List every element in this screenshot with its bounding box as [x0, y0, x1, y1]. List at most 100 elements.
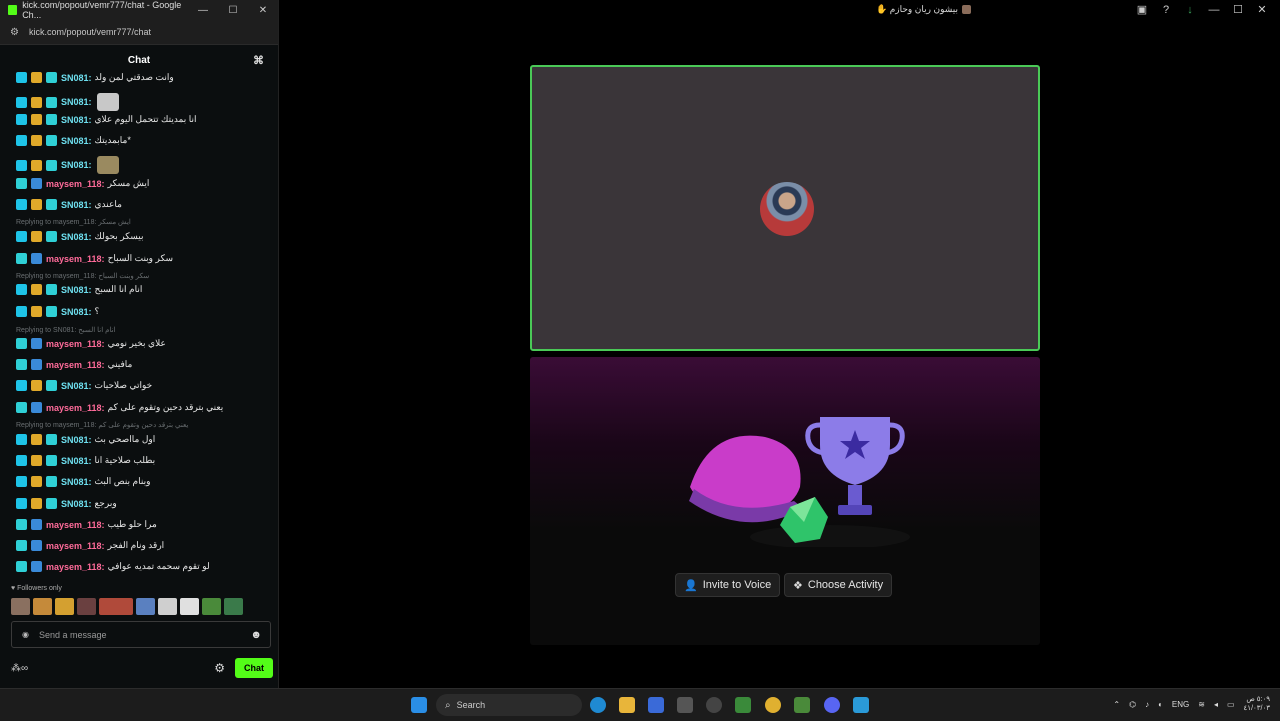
- emote[interactable]: [77, 598, 96, 615]
- emote[interactable]: [158, 598, 177, 615]
- og-badge-icon[interactable]: [46, 72, 57, 83]
- download-icon[interactable]: ↓: [1182, 4, 1198, 16]
- og-badge-icon[interactable]: [16, 561, 27, 572]
- chat-username[interactable]: SN081:: [61, 435, 92, 445]
- chat-username[interactable]: SN081:: [61, 456, 92, 466]
- vip-badge-icon[interactable]: [31, 253, 42, 264]
- crown-badge-icon[interactable]: [31, 114, 42, 125]
- emote[interactable]: [55, 598, 74, 615]
- chat-username[interactable]: SN081:: [61, 136, 92, 146]
- subscriber-badge-icon[interactable]: [16, 72, 27, 83]
- og-badge-icon[interactable]: [16, 402, 27, 413]
- app-icon[interactable]: [794, 697, 810, 713]
- network-icon[interactable]: ⌬: [1129, 700, 1136, 709]
- crown-badge-icon[interactable]: [31, 455, 42, 466]
- emote[interactable]: [180, 598, 199, 615]
- emote[interactable]: [224, 598, 243, 615]
- emote[interactable]: [202, 598, 221, 615]
- app-icon[interactable]: [853, 697, 869, 713]
- og-badge-icon[interactable]: [16, 359, 27, 370]
- vip-badge-icon[interactable]: [31, 178, 42, 189]
- reply-context[interactable]: Replying to maysem_118: ايش مسكر: [16, 218, 131, 226]
- site-settings-icon[interactable]: ⚙: [10, 27, 19, 38]
- chat-username[interactable]: maysem_118:: [46, 403, 105, 413]
- subscriber-badge-icon[interactable]: [16, 199, 27, 210]
- chat-username[interactable]: maysem_118:: [46, 339, 105, 349]
- chat-username[interactable]: SN081:: [61, 73, 92, 83]
- chat-emote[interactable]: [96, 93, 119, 111]
- language-indicator[interactable]: ENG: [1172, 700, 1189, 709]
- og-badge-icon[interactable]: [16, 540, 27, 551]
- file-explorer-icon[interactable]: [619, 697, 635, 713]
- og-badge-icon[interactable]: [46, 159, 57, 171]
- emote[interactable]: [99, 598, 133, 615]
- inbox-icon[interactable]: ▣: [1134, 3, 1150, 16]
- gift-icon[interactable]: ⌘: [253, 54, 264, 67]
- subscriber-badge-icon[interactable]: [16, 455, 27, 466]
- app-icon[interactable]: [677, 697, 693, 713]
- subscriber-badge-icon[interactable]: [16, 498, 27, 509]
- og-badge-icon[interactable]: [46, 114, 57, 125]
- app-icon[interactable]: [706, 697, 722, 713]
- crown-badge-icon[interactable]: [31, 159, 42, 171]
- subscriber-badge-icon[interactable]: [16, 476, 27, 487]
- emote[interactable]: [11, 598, 30, 615]
- chat-username[interactable]: SN081:: [61, 499, 92, 509]
- chat-username[interactable]: maysem_118:: [46, 562, 105, 572]
- maximize-icon[interactable]: ☐: [218, 5, 248, 16]
- chrome-icon[interactable]: [765, 697, 781, 713]
- edge-icon[interactable]: [590, 697, 606, 713]
- chat-username[interactable]: SN081:: [61, 285, 92, 295]
- speaker-icon[interactable]: ◐: [1158, 700, 1163, 709]
- store-icon[interactable]: [648, 697, 664, 713]
- crown-badge-icon[interactable]: [31, 72, 42, 83]
- taskbar-search[interactable]: ⌕ Search: [436, 694, 582, 716]
- og-badge-icon[interactable]: [46, 476, 57, 487]
- choose-activity-button[interactable]: ❖ Choose Activity: [784, 573, 893, 597]
- maximize-icon[interactable]: ☐: [1230, 3, 1246, 16]
- chat-username[interactable]: maysem_118:: [46, 179, 105, 189]
- participant-tile[interactable]: [530, 65, 1040, 351]
- crown-badge-icon[interactable]: [31, 306, 42, 317]
- subscriber-badge-icon[interactable]: [16, 380, 27, 391]
- og-badge-icon[interactable]: [46, 380, 57, 391]
- points-icon[interactable]: ⁂: [11, 663, 21, 674]
- og-badge-icon[interactable]: [46, 231, 57, 242]
- chat-username[interactable]: SN081:: [61, 307, 92, 317]
- crown-badge-icon[interactable]: [31, 380, 42, 391]
- reply-context[interactable]: Replying to SN081: انام انا السبح: [16, 326, 116, 334]
- mic-icon[interactable]: ♪: [1145, 700, 1149, 709]
- chat-username[interactable]: maysem_118:: [46, 360, 105, 370]
- chat-username[interactable]: maysem_118:: [46, 541, 105, 551]
- chevron-up-icon[interactable]: ⌃: [1113, 700, 1120, 709]
- emote[interactable]: [33, 598, 52, 615]
- chat-username[interactable]: SN081:: [61, 381, 92, 391]
- discord-icon[interactable]: [824, 697, 840, 713]
- record-icon[interactable]: ◉: [22, 630, 29, 639]
- settings-gear-icon[interactable]: ⚙: [214, 661, 225, 675]
- chat-username[interactable]: SN081:: [61, 115, 92, 125]
- reply-context[interactable]: Replying to maysem_118: يعني بترقد دحين …: [16, 421, 188, 429]
- start-icon[interactable]: [411, 697, 427, 713]
- subscriber-badge-icon[interactable]: [16, 135, 27, 146]
- og-badge-icon[interactable]: [46, 306, 57, 317]
- og-badge-icon[interactable]: [46, 455, 57, 466]
- og-badge-icon[interactable]: [16, 519, 27, 530]
- crown-badge-icon[interactable]: [31, 476, 42, 487]
- crown-badge-icon[interactable]: [31, 498, 42, 509]
- volume-icon[interactable]: ◂: [1214, 700, 1218, 709]
- subscriber-badge-icon[interactable]: [16, 231, 27, 242]
- chat-username[interactable]: SN081:: [61, 160, 92, 170]
- og-badge-icon[interactable]: [46, 498, 57, 509]
- close-icon[interactable]: ✕: [1254, 3, 1270, 16]
- subscriber-badge-icon[interactable]: [16, 434, 27, 445]
- subscriber-badge-icon[interactable]: [16, 96, 27, 108]
- og-badge-icon[interactable]: [16, 253, 27, 264]
- vip-badge-icon[interactable]: [31, 359, 42, 370]
- app-icon[interactable]: [735, 697, 751, 713]
- chat-username[interactable]: maysem_118:: [46, 520, 105, 530]
- vip-badge-icon[interactable]: [31, 561, 42, 572]
- og-badge-icon[interactable]: [46, 135, 57, 146]
- battery-icon[interactable]: ▭: [1227, 700, 1235, 709]
- crown-badge-icon[interactable]: [31, 434, 42, 445]
